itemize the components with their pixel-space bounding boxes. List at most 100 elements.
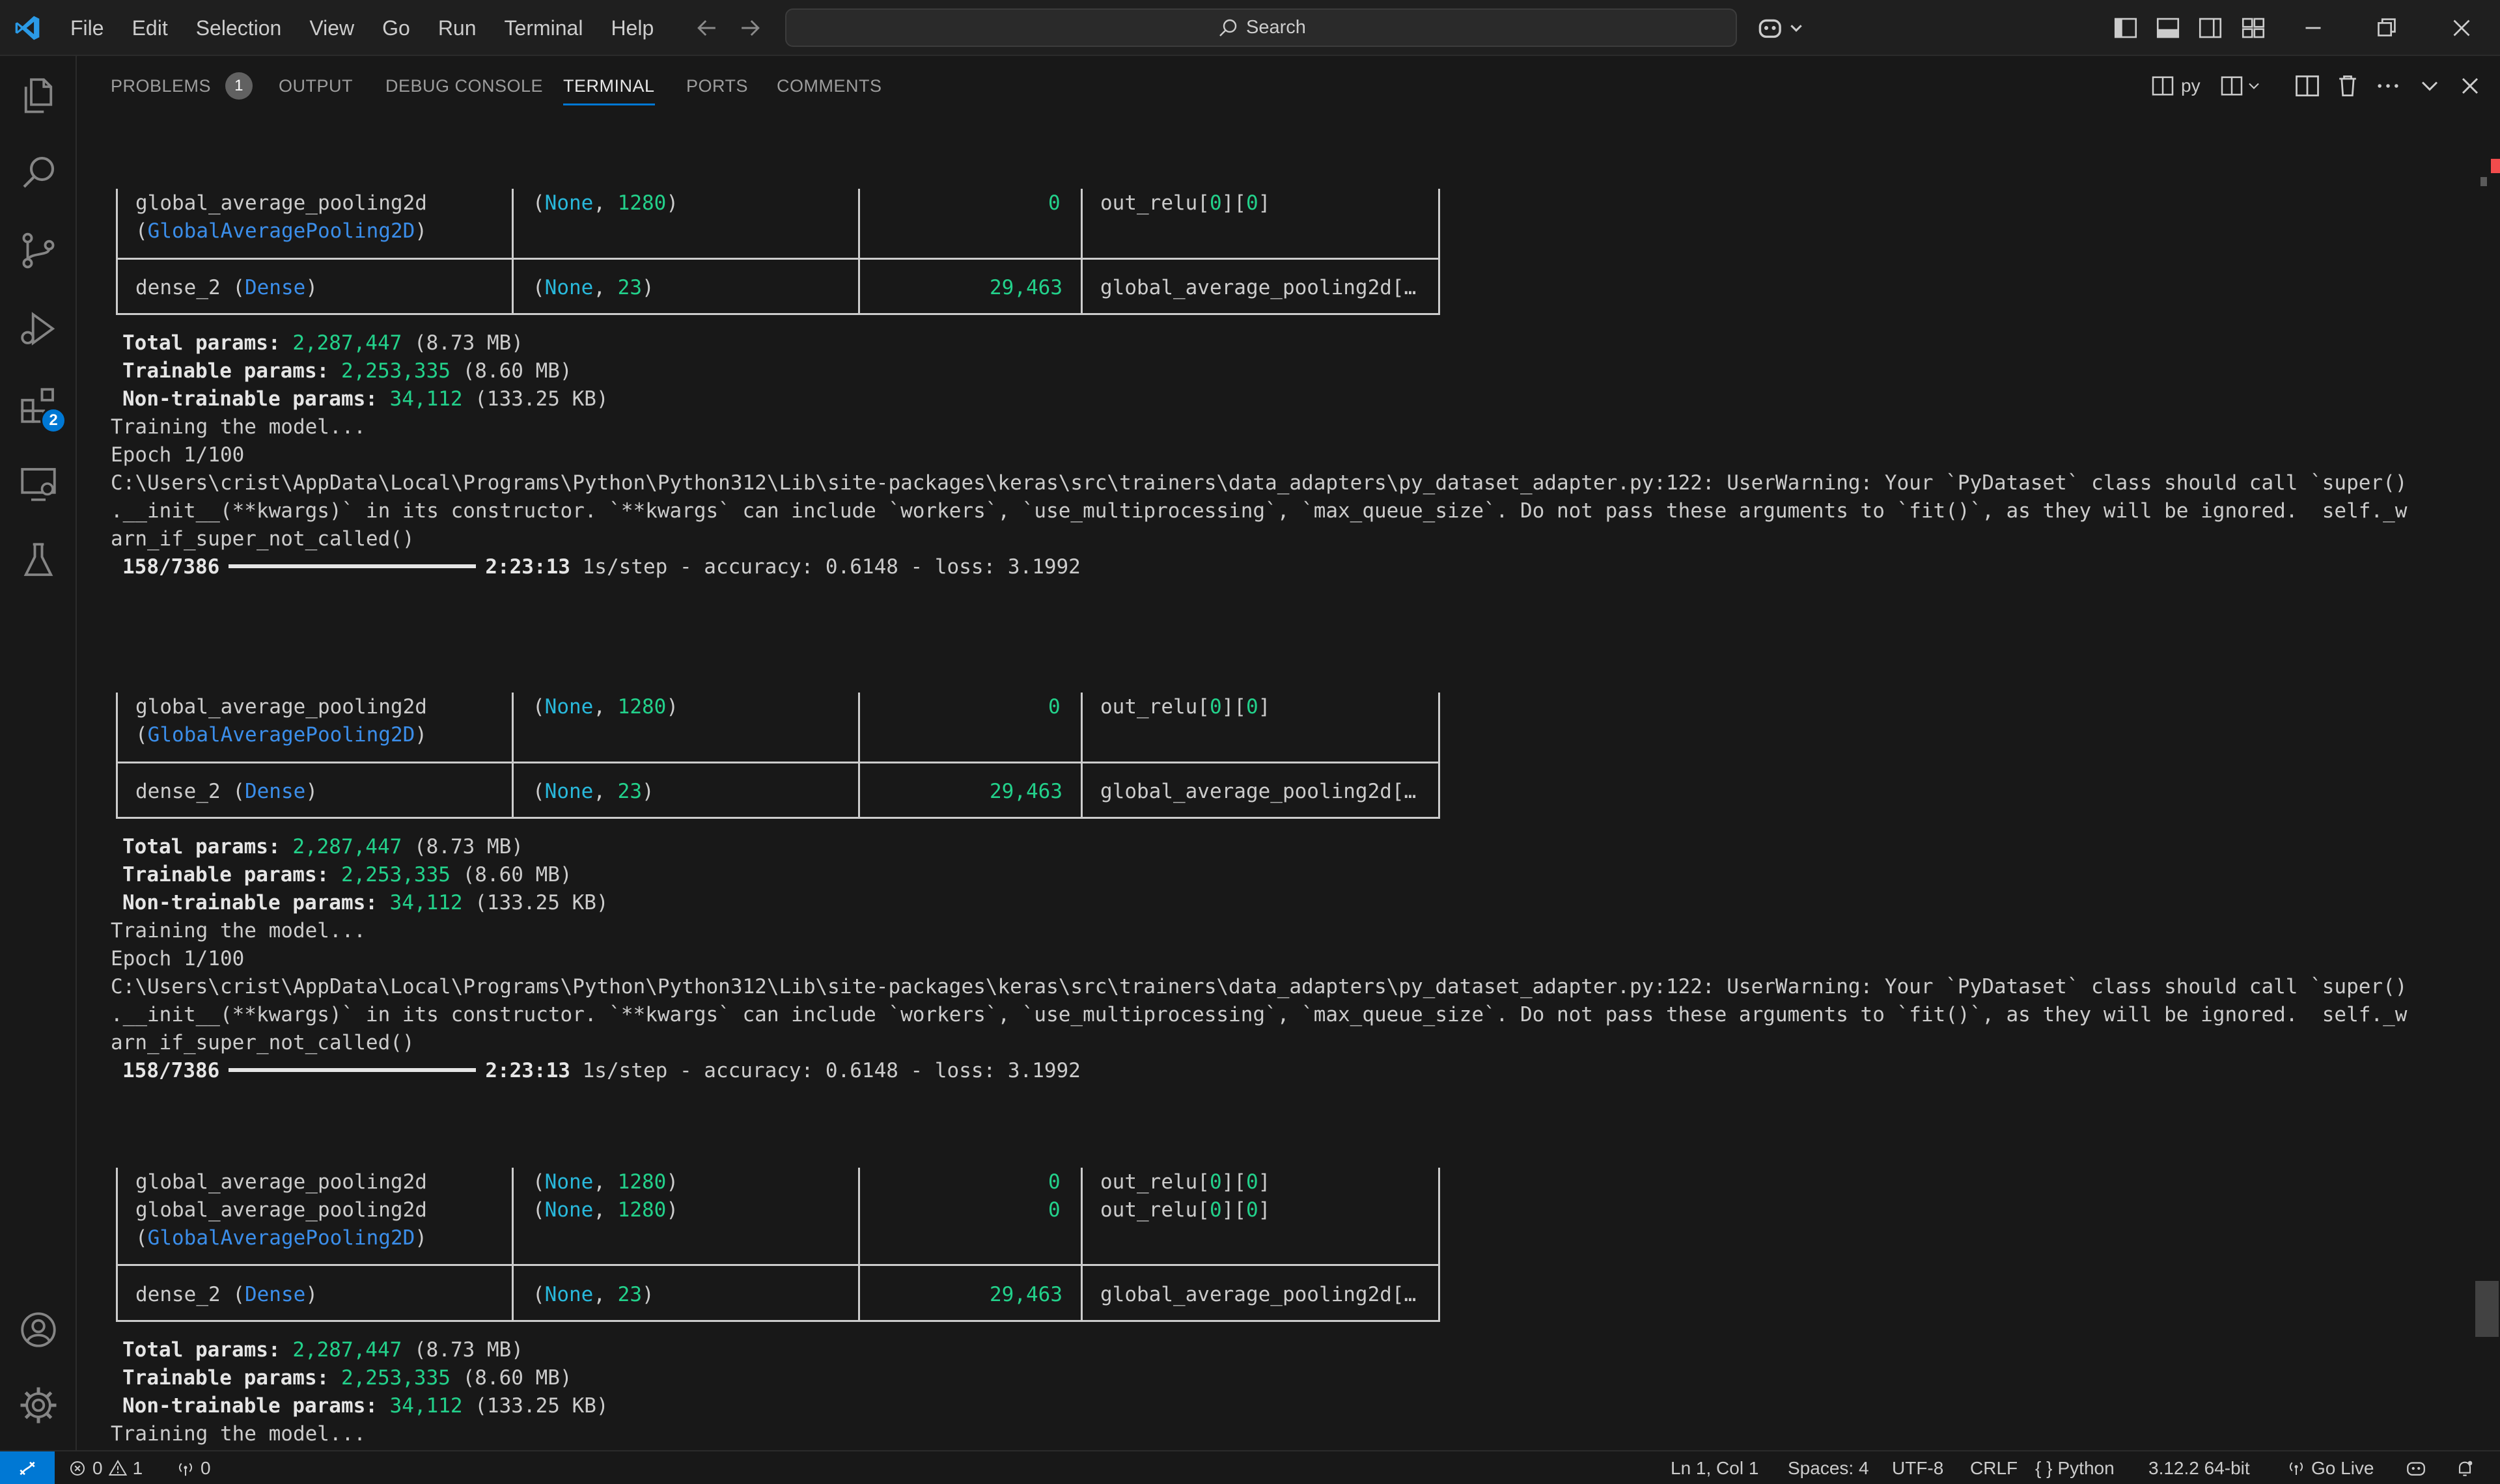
- terminal-name: py: [2181, 76, 2201, 96]
- ports-status[interactable]: 0: [176, 1451, 211, 1484]
- copilot-icon: [2407, 1462, 2425, 1476]
- encoding[interactable]: UTF-8: [1892, 1451, 1943, 1484]
- language-mode[interactable]: { } Python: [2035, 1451, 2115, 1484]
- output-shape: (None, 1280): [533, 1170, 678, 1194]
- toggle-panel-icon[interactable]: [2154, 14, 2182, 42]
- menu-edit[interactable]: Edit: [132, 16, 168, 40]
- menu-go[interactable]: Go: [382, 16, 410, 40]
- testing-flask-icon[interactable]: [17, 539, 60, 582]
- problems-status[interactable]: 0 1: [68, 1451, 143, 1484]
- close-panel-icon[interactable]: [2456, 72, 2484, 100]
- table-column-separator: [1081, 693, 1083, 819]
- tab-problems[interactable]: PROBLEMS 1: [111, 56, 253, 116]
- copilot-status[interactable]: [2405, 1451, 2427, 1484]
- layer-name-text: dense_2: [135, 276, 221, 299]
- back-arrow-icon[interactable]: [693, 14, 721, 42]
- table-border-right: [1438, 693, 1440, 819]
- shape-dim: 23: [617, 1283, 642, 1306]
- layer-name-text: dense_2: [135, 780, 221, 803]
- run-debug-icon[interactable]: [17, 307, 60, 350]
- layer-class: (GlobalAveragePooling2D): [135, 219, 427, 243]
- shape-none: None: [544, 1283, 594, 1306]
- tab-debug-console[interactable]: DEBUG CONSOLE: [385, 56, 543, 116]
- table-bottom-border: [116, 817, 1440, 819]
- close-window-icon[interactable]: [2447, 13, 2477, 43]
- menu-view[interactable]: View: [309, 16, 354, 40]
- remote-indicator[interactable]: [0, 1451, 55, 1484]
- explorer-icon[interactable]: [17, 74, 60, 117]
- source-control-icon[interactable]: [17, 229, 60, 272]
- connected-gap-text: global_average_pooling2d[…: [1100, 780, 1417, 803]
- launch-profile-dropdown[interactable]: [2219, 72, 2263, 100]
- copilot-icon[interactable]: [1755, 13, 1807, 43]
- terminal-output[interactable]: global_average_pooling2d (GlobalAverageP…: [77, 116, 2474, 1450]
- scrollbar-thumb[interactable]: [2475, 1281, 2499, 1337]
- trash-icon[interactable]: [2333, 72, 2362, 100]
- trainable-params-line: Trainable params: 2,253,335 (8.60 MB): [122, 1364, 572, 1392]
- search-icon[interactable]: [17, 151, 60, 194]
- menu-file[interactable]: File: [70, 16, 104, 40]
- trainable-params-line: Trainable params: 2,253,335 (8.60 MB): [122, 861, 572, 889]
- more-actions-icon[interactable]: [2374, 72, 2402, 100]
- title-bar: File Edit Selection View Go Run Terminal…: [0, 0, 2500, 56]
- accounts-icon[interactable]: [17, 1308, 60, 1351]
- param-count-text: 29,463: [990, 276, 1062, 299]
- scrollbar-marker: [2480, 177, 2487, 186]
- output-shape: (None, 1280): [533, 1198, 678, 1222]
- customize-layout-icon[interactable]: [2240, 14, 2267, 42]
- training-message: Training the model...: [111, 1422, 366, 1446]
- tab-output[interactable]: OUTPUT: [279, 56, 353, 116]
- toggle-primary-sidebar-icon[interactable]: [2112, 14, 2139, 42]
- shape-none: None: [544, 276, 594, 299]
- indentation[interactable]: Spaces: 4: [1788, 1451, 1869, 1484]
- layer-name: dense_2 (Dense): [135, 1283, 318, 1306]
- terminal-instance-selector[interactable]: py: [2150, 72, 2201, 100]
- terminal-scrollbar[interactable]: [2474, 116, 2500, 1450]
- nontrainable-label: Non-trainable params:: [122, 1394, 378, 1418]
- split-editor-icon[interactable]: [2293, 72, 2322, 100]
- progress-eta: 2:23:13: [485, 555, 570, 579]
- notifications[interactable]: [2454, 1451, 2475, 1484]
- python-interpreter[interactable]: 3.12.2 64-bit: [2148, 1451, 2250, 1484]
- broadcast-icon: [2289, 1462, 2303, 1475]
- shape-dim: 23: [617, 276, 642, 299]
- remote-explorer-icon[interactable]: [17, 462, 60, 505]
- chevron-down-icon[interactable]: [2415, 72, 2444, 100]
- menu-help[interactable]: Help: [611, 16, 654, 40]
- tab-terminal[interactable]: TERMINAL: [563, 56, 655, 116]
- connected-to: out_relu[0][0]: [1100, 693, 1270, 721]
- warning-line: C:\Users\crist\AppData\Local\Programs\Py…: [111, 471, 2408, 495]
- toggle-secondary-sidebar-icon[interactable]: [2197, 14, 2224, 42]
- menu-terminal[interactable]: Terminal: [505, 16, 583, 40]
- search-box[interactable]: Search: [785, 8, 1737, 47]
- cursor-position[interactable]: Ln 1, Col 1: [1671, 1451, 1758, 1484]
- table-column-separator: [1081, 1168, 1083, 1322]
- connected-a: out_relu[: [1100, 1170, 1210, 1194]
- table-column-separator: [858, 1168, 860, 1322]
- param-count: 0: [1048, 693, 1061, 721]
- forward-arrow-icon[interactable]: [736, 14, 764, 42]
- menu-run[interactable]: Run: [438, 16, 477, 40]
- epoch-line: Epoch 1/100: [111, 443, 245, 467]
- tab-comments[interactable]: COMMENTS: [777, 56, 882, 116]
- tab-debug-console-label: DEBUG CONSOLE: [385, 76, 544, 96]
- go-live-button[interactable]: Go Live: [2286, 1451, 2374, 1484]
- manage-gear-icon[interactable]: [17, 1384, 60, 1427]
- progress-rest: 1s/step - accuracy: 0.6148 - loss: 3.199…: [582, 1059, 1081, 1082]
- trainable-label: Trainable params:: [122, 863, 329, 886]
- error-icon: [70, 1461, 85, 1476]
- connected-idx: 0: [1245, 1198, 1258, 1222]
- connected-idx: 0: [1209, 1170, 1222, 1194]
- connected-to: out_relu[0][0]: [1100, 189, 1270, 217]
- total-size: (8.73 MB): [413, 331, 523, 355]
- end-of-line[interactable]: CRLF: [1970, 1451, 2018, 1484]
- restore-icon[interactable]: [2371, 13, 2401, 43]
- table-column-separator: [1081, 189, 1083, 315]
- tab-ports[interactable]: PORTS: [686, 56, 748, 116]
- ports-count: 0: [201, 1458, 211, 1478]
- progress-steps: 158/7386: [122, 1059, 220, 1082]
- menu-selection[interactable]: Selection: [196, 16, 282, 40]
- minimize-icon[interactable]: [2298, 13, 2328, 43]
- total-label: Total params:: [122, 1338, 281, 1362]
- nontrainable-params-line: Non-trainable params: 34,112 (133.25 KB): [122, 889, 609, 917]
